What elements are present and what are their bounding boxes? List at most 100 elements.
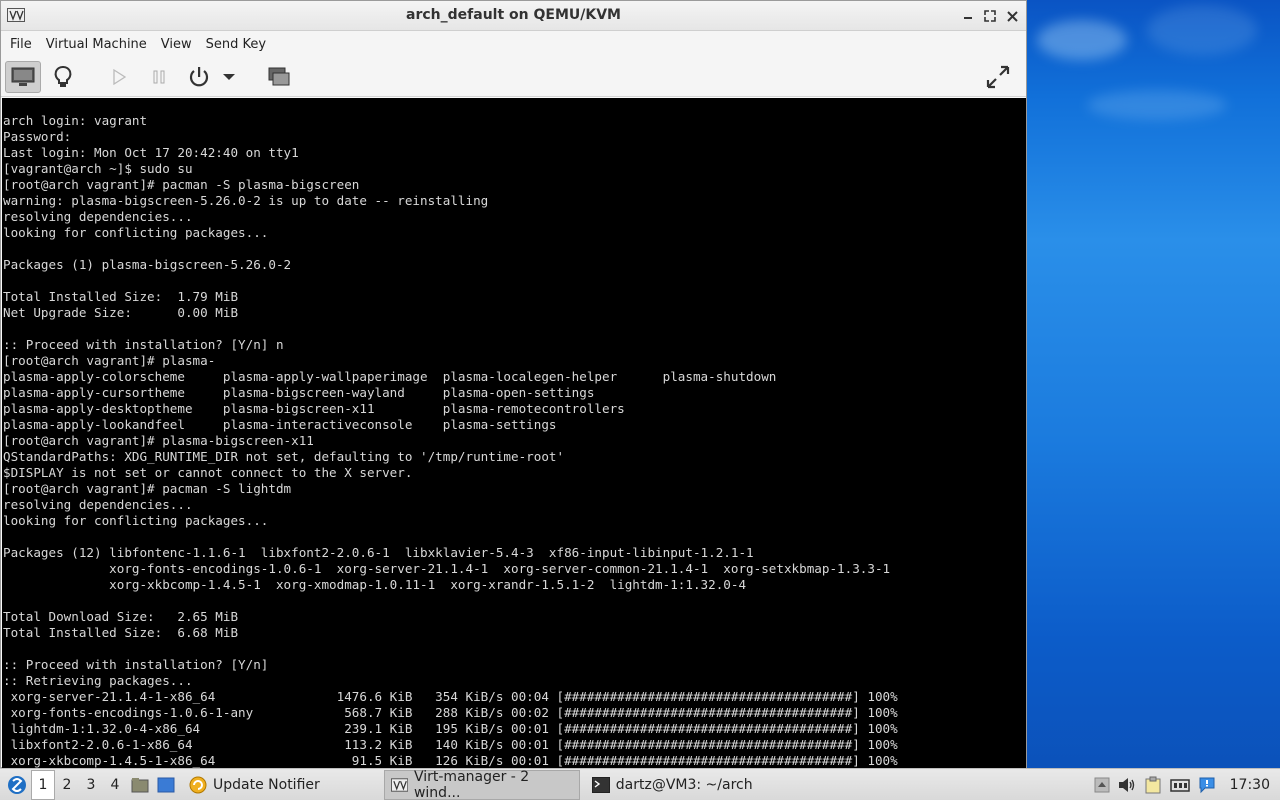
show-desktop-button[interactable]: [153, 770, 179, 800]
terminal-output: arch login: vagrant Password: Last login: …: [2, 98, 1026, 768]
terminal-line: xorg-fonts-encodings-1.0.6-1-any 568.7 K…: [3, 705, 898, 720]
virt-manager-icon: [390, 777, 408, 792]
show-console-button[interactable]: [5, 60, 41, 93]
chevron-down-icon: [223, 73, 235, 80]
desktop-icon: [157, 777, 175, 792]
terminal-line: xorg-server-21.1.4-1-x86_64 1476.6 KiB 3…: [3, 689, 898, 704]
terminal-line: Total Installed Size: 6.68 MiB: [3, 625, 239, 640]
terminal-line: Packages (12) libfontenc-1.1.6-1 libxfon…: [3, 545, 754, 560]
terminal-line: warning: plasma-bigscreen-5.26.0-2 is up…: [3, 193, 489, 208]
start-menu-button[interactable]: [3, 770, 31, 800]
toolbar: [1, 57, 1026, 97]
workspace-1[interactable]: 1: [31, 769, 55, 800]
maximize-button[interactable]: [982, 7, 998, 25]
task-label: Update Notifier: [213, 776, 320, 793]
task-label: Virt-manager - 2 wind...: [413, 768, 530, 800]
shutdown-button[interactable]: [181, 61, 217, 93]
terminal-line: plasma-apply-desktoptheme plasma-bigscre…: [3, 401, 625, 416]
taskbar: 1 2 3 4 Update Notifier Virt-manager - 2…: [0, 768, 1280, 800]
terminal-line: looking for conflicting packages...: [3, 225, 269, 240]
terminal-line: plasma-apply-cursortheme plasma-bigscree…: [3, 385, 595, 400]
task-label: dartz@VM3: ~/arch: [615, 776, 753, 793]
terminal-line: Total Installed Size: 1.79 MiB: [3, 289, 239, 304]
window-title: arch_default on QEMU/KVM: [406, 7, 621, 23]
terminal-line: QStandardPaths: XDG_RUNTIME_DIR not set,…: [3, 449, 565, 464]
folder-icon: [131, 777, 149, 792]
tray-arrow-icon[interactable]: [1094, 777, 1110, 793]
power-icon: [189, 66, 209, 86]
network-icon[interactable]: [1169, 777, 1190, 793]
screenshot-button[interactable]: [261, 61, 297, 93]
clipboard-icon[interactable]: [1144, 776, 1162, 794]
terminal-line: libxfont2-2.0.6-1-x86_64 113.2 KiB 140 K…: [3, 737, 898, 752]
terminal-line: resolving dependencies...: [3, 209, 193, 224]
show-details-button[interactable]: [45, 61, 81, 93]
task-terminal[interactable]: dartz@VM3: ~/arch: [586, 770, 759, 800]
notification-icon[interactable]: [1198, 776, 1216, 794]
terminal-line: [root@arch vagrant]# pacman -S lightdm: [3, 481, 292, 496]
terminal-line: [root@arch vagrant]# pacman -S plasma-bi…: [3, 177, 360, 192]
update-notifier-icon: [189, 776, 207, 793]
close-button[interactable]: [1004, 7, 1020, 25]
menu-send-key[interactable]: Send Key: [201, 37, 271, 52]
terminal-line: :: Proceed with installation? [Y/n]: [3, 657, 269, 672]
terminal-line: [root@arch vagrant]# plasma-: [3, 353, 216, 368]
screenshot-icon: [268, 67, 290, 85]
terminal-line: :: Proceed with installation? [Y/n] n: [3, 337, 284, 352]
terminal-icon: [591, 776, 610, 793]
lightbulb-icon: [54, 65, 72, 87]
title-bar[interactable]: arch_default on QEMU/KVM: [1, 1, 1026, 31]
close-icon: [1006, 10, 1018, 22]
file-manager-launcher[interactable]: [127, 770, 153, 800]
terminal-line: plasma-apply-lookandfeel plasma-interact…: [3, 417, 557, 432]
workspace-2[interactable]: 2: [55, 770, 79, 800]
fullscreen-button[interactable]: [980, 61, 1016, 93]
pause-icon: [153, 70, 165, 83]
terminal-line: Password:: [3, 129, 72, 144]
pause-button[interactable]: [141, 61, 177, 93]
workspace-3[interactable]: 3: [79, 770, 103, 800]
task-update-notifier[interactable]: Update Notifier: [183, 770, 326, 800]
terminal-line: plasma-apply-colorscheme plasma-apply-wa…: [3, 369, 777, 384]
terminal-line: looking for conflicting packages...: [3, 513, 269, 528]
terminal-line: xorg-xkbcomp-1.4.5-1 xorg-xmodmap-1.0.11…: [3, 577, 747, 592]
console-icon: [11, 67, 35, 86]
menu-file[interactable]: File: [5, 37, 37, 52]
terminal-line: $DISPLAY is not set or cannot connect to…: [3, 465, 413, 480]
menu-view[interactable]: View: [156, 37, 197, 52]
terminal-line: resolving dependencies...: [3, 497, 193, 512]
terminal-line: :: Retrieving packages...: [3, 673, 193, 688]
menu-bar: File Virtual Machine View Send Key: [1, 31, 1026, 57]
terminal-line: Last login: Mon Oct 17 20:42:40 on tty1: [3, 145, 299, 160]
terminal-line: xorg-xkbcomp-1.4.5-1-x86_64 91.5 KiB 126…: [3, 753, 898, 768]
run-button[interactable]: [101, 61, 137, 93]
play-icon: [113, 68, 126, 85]
maximize-icon: [984, 10, 996, 22]
terminal-line: xorg-fonts-encodings-1.0.6-1 xorg-server…: [3, 561, 891, 576]
terminal-line: Packages (1) plasma-bigscreen-5.26.0-2: [3, 257, 292, 272]
menu-virtual-machine[interactable]: Virtual Machine: [41, 37, 152, 52]
terminal-line: Net Upgrade Size: 0.00 MiB: [3, 305, 239, 320]
workspace-4[interactable]: 4: [103, 770, 127, 800]
task-virt-manager[interactable]: Virt-manager - 2 wind...: [383, 768, 580, 800]
minimize-button[interactable]: [960, 7, 976, 25]
desktop-wallpaper: [1027, 0, 1280, 768]
fullscreen-icon: [986, 65, 1010, 89]
minimize-icon: [964, 17, 972, 19]
system-tray: 17:30: [1094, 769, 1280, 800]
terminal-line: [vagrant@arch ~]$ sudo su: [3, 161, 193, 176]
shutdown-menu-button[interactable]: [217, 61, 241, 93]
terminal-line: Total Download Size: 2.65 MiB: [3, 609, 239, 624]
start-menu-icon: [8, 775, 26, 794]
clock[interactable]: 17:30: [1230, 777, 1270, 793]
volume-icon[interactable]: [1118, 777, 1136, 793]
terminal-line: lightdm-1:1.32.0-4-x86_64 239.1 KiB 195 …: [3, 721, 898, 736]
vm-window: arch_default on QEMU/KVM File Virtual Ma…: [0, 0, 1027, 768]
terminal-line: arch login: vagrant: [3, 113, 148, 128]
vm-console[interactable]: arch login: vagrant Password: Last login: …: [2, 98, 1026, 768]
